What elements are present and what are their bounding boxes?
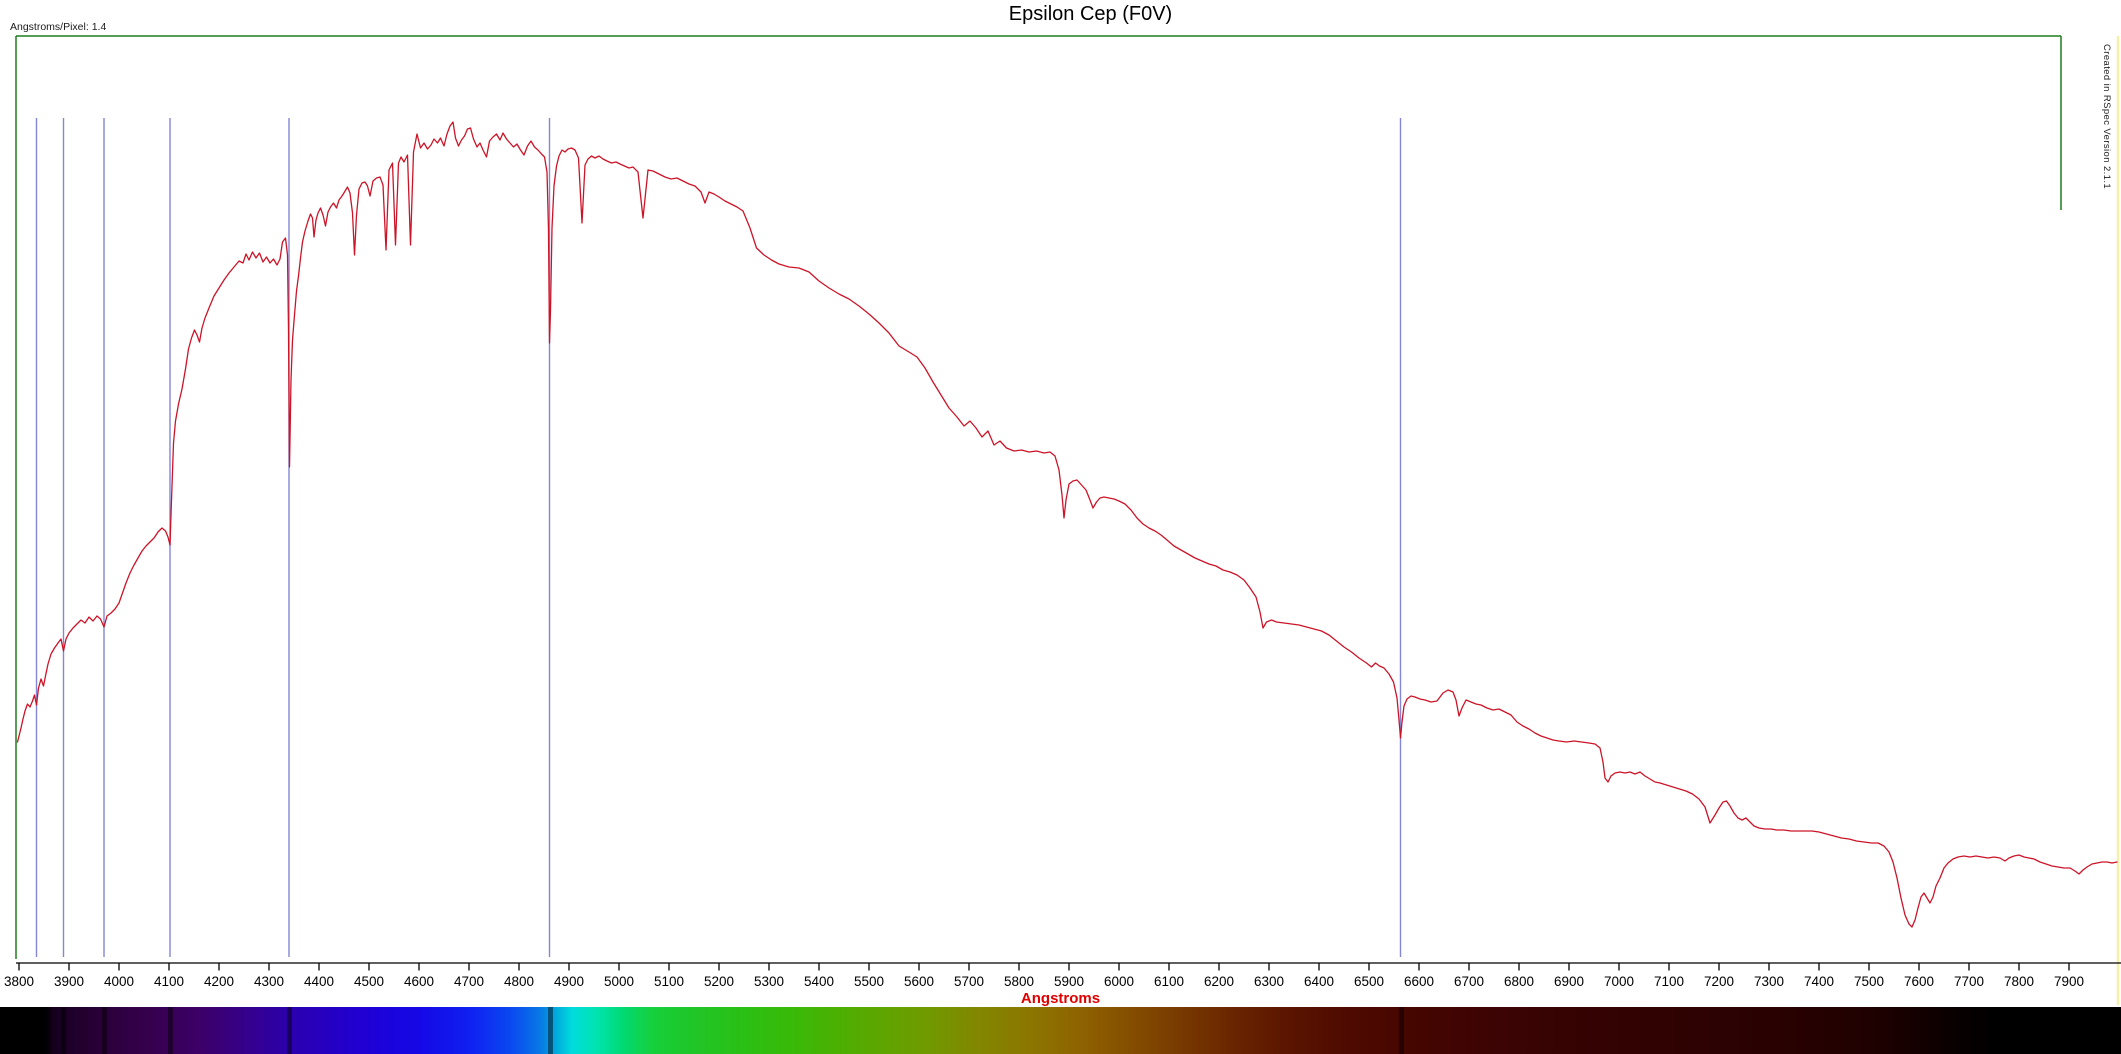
- x-tick-label: 7700: [1954, 974, 1984, 989]
- x-tick-label: 3900: [54, 974, 84, 989]
- x-tick-label: 6900: [1554, 974, 1584, 989]
- x-axis-title: Angstroms: [0, 990, 2121, 1007]
- x-tick-label: 5800: [1004, 974, 1034, 989]
- x-tick-label: 7800: [2004, 974, 2034, 989]
- colorbar-absorption-band: [548, 1007, 553, 1054]
- colorbar-absorption-band: [168, 1007, 173, 1054]
- colorbar-absorption-band: [1399, 1007, 1404, 1054]
- x-tick-label: 5700: [954, 974, 984, 989]
- x-tick-label: 6000: [1104, 974, 1134, 989]
- x-tick-label: 4800: [504, 974, 534, 989]
- x-tick-label: 6200: [1204, 974, 1234, 989]
- x-tick-label: 5200: [704, 974, 734, 989]
- x-tick-label: 5400: [804, 974, 834, 989]
- x-tick-label: 5300: [754, 974, 784, 989]
- x-tick-label: 3800: [4, 974, 34, 989]
- spectrum-curve: [18, 122, 2118, 927]
- x-tick-label: 6100: [1154, 974, 1184, 989]
- x-tick-label: 6400: [1304, 974, 1334, 989]
- x-tick-label: 4900: [554, 974, 584, 989]
- x-tick-label: 4500: [354, 974, 384, 989]
- colorbar-absorption-band: [287, 1007, 292, 1054]
- colorbar-absorption-band: [34, 1007, 39, 1054]
- x-tick-label: 4700: [454, 974, 484, 989]
- spectrum-plot-canvas[interactable]: 3800 3900 4000 4100 4200 4300 4400 4500 4600 4700…: [0, 0, 2121, 1054]
- x-tick-label: 6600: [1404, 974, 1434, 989]
- x-tick-label: 4000: [104, 974, 134, 989]
- colorbar-absorption-band: [102, 1007, 107, 1054]
- x-tick-label: 5500: [854, 974, 884, 989]
- x-tick-label: 4400: [304, 974, 334, 989]
- x-tick-label: 5000: [604, 974, 634, 989]
- x-tick-label: 7300: [1754, 974, 1784, 989]
- x-tick-label: 7900: [2054, 974, 2084, 989]
- x-tick-label: 6500: [1354, 974, 1384, 989]
- x-tick-label: 7200: [1704, 974, 1734, 989]
- spectrum-colorbar: [0, 1007, 2121, 1054]
- x-tick-label: 7100: [1654, 974, 1684, 989]
- x-tick-label: 7500: [1854, 974, 1884, 989]
- rspec-spectrum-window: Epsilon Cep (F0V) Angstroms/Pixel: 1.4 C…: [0, 0, 2121, 1054]
- x-tick-label: 6700: [1454, 974, 1484, 989]
- x-tick-label: 5100: [654, 974, 684, 989]
- x-tick-label: 6800: [1504, 974, 1534, 989]
- x-tick-label: 7600: [1904, 974, 1934, 989]
- colorbar-absorption-band: [61, 1007, 66, 1054]
- x-tick-label: 7000: [1604, 974, 1634, 989]
- x-tick-label: 5900: [1054, 974, 1084, 989]
- x-tick-label: 4300: [254, 974, 284, 989]
- x-tick-label: 4100: [154, 974, 184, 989]
- x-tick-label: 7400: [1804, 974, 1834, 989]
- x-tick-label: 4600: [404, 974, 434, 989]
- x-tick-label: 4200: [204, 974, 234, 989]
- x-tick-label: 5600: [904, 974, 934, 989]
- x-tick-label: 6300: [1254, 974, 1284, 989]
